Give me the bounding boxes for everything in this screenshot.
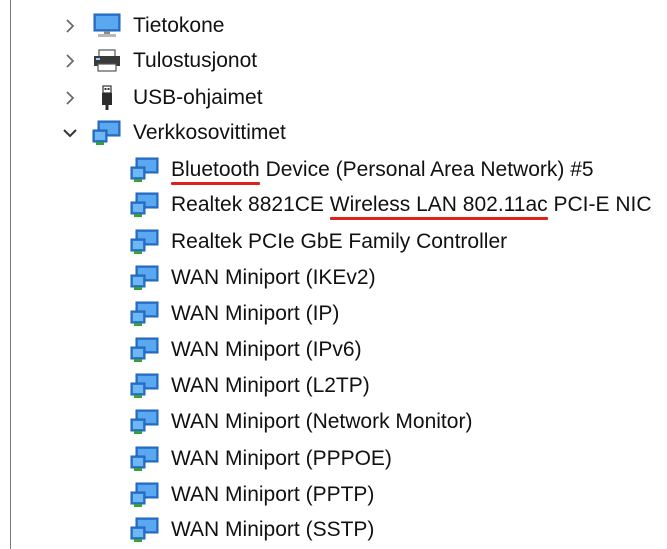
adapter-label: WAN Miniport (Network Monitor) xyxy=(171,410,473,433)
adapter-label: WAN Miniport (IP) xyxy=(171,302,340,325)
tree-item-label: Tietokone xyxy=(133,14,225,37)
adapter-label: WAN Miniport (IPv6) xyxy=(171,338,362,361)
adapter-item-wan-pppoe[interactable]: WAN Miniport (PPPOE) xyxy=(130,441,392,477)
adapter-label: Realtek PCIe GbE Family Controller xyxy=(171,230,508,253)
chevron-down-icon[interactable] xyxy=(62,125,78,141)
adapter-label: WAN Miniport (PPPOE) xyxy=(171,447,392,470)
adapter-item-wan-ipv6[interactable]: WAN Miniport (IPv6) xyxy=(130,332,362,368)
network-adapter-icon xyxy=(130,482,160,508)
adapter-item-wan-ip[interactable]: WAN Miniport (IP) xyxy=(130,296,339,332)
adapter-label-rest: PCI-E NIC xyxy=(547,193,652,216)
adapter-label-rest: Device (Personal Area Network) #5 xyxy=(259,158,594,181)
adapter-item-wan-sstp[interactable]: WAN Miniport (SSTP) xyxy=(130,512,374,548)
network-adapter-icon xyxy=(130,446,160,472)
adapter-item-bluetooth[interactable]: Bluetooth Device (Personal Area Network)… xyxy=(130,152,594,188)
annotated-text: Wireless LAN 802.11ac xyxy=(329,193,548,220)
network-adapter-icon xyxy=(130,373,160,399)
tree-item-tietokone[interactable]: Tietokone xyxy=(62,8,224,44)
adapter-item-realtek-wireless[interactable]: Realtek 8821CE Wireless LAN 802.11ac PCI… xyxy=(130,187,651,223)
adapter-label: WAN Miniport (L2TP) xyxy=(171,374,370,397)
adapter-item-wan-l2tp[interactable]: WAN Miniport (L2TP) xyxy=(130,368,370,404)
tree-item-label: Verkkosovittimet xyxy=(133,121,286,144)
chevron-right-icon[interactable] xyxy=(62,53,78,69)
printer-icon xyxy=(92,48,122,74)
network-adapter-icon xyxy=(130,337,160,363)
highlight-text: Wireless LAN 802.11ac xyxy=(329,193,548,216)
adapter-item-wan-pptp[interactable]: WAN Miniport (PPTP) xyxy=(130,477,374,513)
red-underline-annotation xyxy=(329,217,548,220)
red-underline-annotation xyxy=(171,182,260,185)
adapter-label: WAN Miniport (PPTP) xyxy=(171,483,375,506)
adapter-label: Bluetooth Device (Personal Area Network)… xyxy=(171,158,594,185)
adapter-item-wan-ikev2[interactable]: WAN Miniport (IKEv2) xyxy=(130,260,376,296)
network-adapter-icon xyxy=(92,120,122,146)
tree-item-verkkosovittimet[interactable]: Verkkosovittimet xyxy=(62,115,286,151)
usb-plug-icon xyxy=(92,85,122,111)
tree-item-tulostusjonot[interactable]: Tulostusjonot xyxy=(62,43,257,79)
adapter-label: Realtek 8821CE Wireless LAN 802.11ac PCI… xyxy=(171,193,652,220)
network-adapter-icon xyxy=(130,157,160,183)
adapter-item-realtek-gbe[interactable]: Realtek PCIe GbE Family Controller xyxy=(130,224,507,260)
network-adapter-icon xyxy=(130,301,160,327)
network-adapter-icon xyxy=(130,517,160,543)
network-adapter-icon xyxy=(130,229,160,255)
chevron-right-icon[interactable] xyxy=(62,90,78,106)
adapter-label: WAN Miniport (IKEv2) xyxy=(171,266,376,289)
tree-item-label: USB-ohjaimet xyxy=(133,86,263,109)
annotated-text: Bluetooth xyxy=(171,158,260,185)
tree-item-label: Tulostusjonot xyxy=(133,49,258,72)
highlight-text: Bluetooth xyxy=(171,158,260,181)
network-adapter-icon xyxy=(130,265,160,291)
chevron-right-icon[interactable] xyxy=(62,18,78,34)
tree-item-usb-ohjaimet[interactable]: USB-ohjaimet xyxy=(62,80,263,116)
adapter-label: WAN Miniport (SSTP) xyxy=(171,518,375,541)
adapter-label-pre: Realtek 8821CE xyxy=(171,193,330,216)
network-adapter-icon xyxy=(130,192,160,218)
adapter-item-wan-network-monitor[interactable]: WAN Miniport (Network Monitor) xyxy=(130,404,472,440)
network-adapter-icon xyxy=(130,409,160,435)
tree-left-border xyxy=(10,0,11,549)
computer-monitor-icon xyxy=(92,13,122,39)
